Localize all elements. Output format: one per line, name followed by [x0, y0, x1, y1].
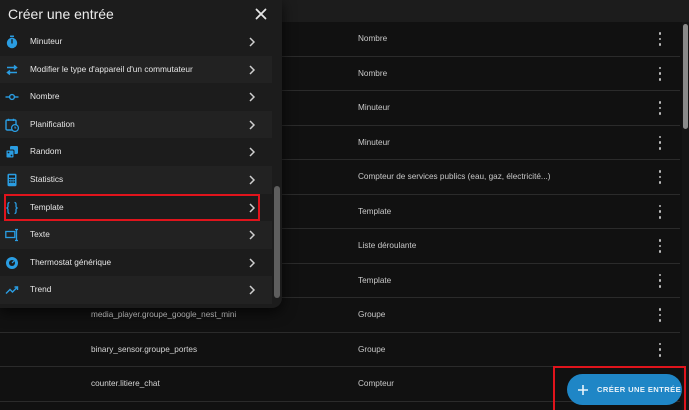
overflow-menu-icon[interactable]	[654, 342, 666, 357]
menu-item-label: Planification	[30, 118, 75, 129]
dice-icon	[5, 146, 18, 159]
type-cell: Minuteur	[358, 137, 390, 147]
table-row[interactable]: binary_sensor.groupe_portes Groupe	[0, 333, 680, 367]
type-cell: Template	[358, 206, 392, 216]
create-entry-highlight-box	[553, 366, 686, 410]
type-cell: Nombre	[358, 34, 388, 43]
menu-item-label: Minuteur	[30, 36, 63, 46]
menu-item-label: Texte	[30, 229, 50, 240]
overflow-menu-icon[interactable]	[654, 170, 666, 184]
type-cell: Groupe	[358, 344, 386, 354]
menu-item-planification[interactable]: Planification	[0, 110, 272, 139]
entity-id-cell: counter.litiere_chat	[91, 379, 160, 388]
type-cell: Compteur de services publics (eau, gaz, …	[358, 172, 551, 181]
chevron-right-icon	[249, 258, 256, 268]
chevron-right-icon	[249, 175, 256, 185]
chevron-right-icon	[249, 120, 256, 130]
create-entry-dialog: Créer une entrée Minuteur Modifier le ty…	[0, 0, 282, 308]
menu-item-label: Random	[30, 146, 62, 157]
menu-item-statistics[interactable]: Statistics	[0, 165, 272, 194]
type-cell: Template	[358, 275, 392, 285]
menu-item-modifier-type-commutateur[interactable]: Modifier le type d'appareil d'un commuta…	[0, 55, 272, 84]
menu-item-texte[interactable]: Texte	[0, 221, 272, 249]
menu-item-label: Thermostat générique	[30, 256, 112, 267]
overflow-menu-icon[interactable]	[654, 239, 666, 253]
chevron-right-icon	[249, 285, 256, 295]
overflow-menu-icon[interactable]	[654, 32, 666, 46]
menu-item-label: Statistics	[30, 173, 64, 184]
page-scrollbar[interactable]	[682, 22, 689, 410]
entry-type-list: Minuteur Modifier le type d'appareil d'u…	[0, 28, 272, 304]
overflow-menu-icon[interactable]	[654, 273, 666, 288]
chevron-right-icon	[249, 230, 256, 240]
type-cell: Nombre	[358, 68, 388, 78]
swap-arrows-icon	[6, 64, 18, 75]
menu-item-label: Trend	[30, 284, 52, 295]
type-cell: Groupe	[358, 310, 386, 319]
menu-item-nombre[interactable]: Nombre	[0, 83, 272, 111]
chevron-right-icon	[249, 37, 256, 47]
template-highlight-box	[4, 194, 260, 221]
overflow-menu-icon[interactable]	[654, 66, 666, 81]
menu-item-random[interactable]: Random	[0, 138, 272, 166]
type-cell: Liste déroulante	[358, 241, 417, 250]
type-cell: Minuteur	[358, 103, 390, 112]
chevron-right-icon	[249, 65, 256, 75]
dialog-title: Créer une entrée	[8, 6, 114, 22]
calculator-icon	[7, 173, 17, 187]
page-scrollbar-thumb[interactable]	[683, 24, 688, 129]
form-textbox-icon	[5, 229, 18, 242]
calendar-clock-icon	[5, 118, 19, 132]
menu-item-minuteur[interactable]: Minuteur	[0, 28, 272, 56]
thermostat-icon	[6, 256, 18, 269]
overflow-menu-icon[interactable]	[654, 135, 666, 150]
overflow-menu-icon[interactable]	[654, 204, 666, 219]
menu-item-label: Nombre	[30, 91, 60, 102]
menu-item-trend[interactable]: Trend	[0, 276, 272, 304]
ray-vertex-icon	[5, 94, 19, 101]
timer-icon	[6, 35, 18, 49]
menu-item-label: Modifier le type d'appareil d'un commuta…	[30, 63, 193, 74]
dialog-scrollbar-thumb[interactable]	[274, 186, 280, 298]
menu-item-thermostat-generique[interactable]: Thermostat générique	[0, 249, 272, 277]
entity-id-cell: binary_sensor.groupe_portes	[91, 344, 198, 354]
overflow-menu-icon[interactable]	[654, 308, 666, 322]
chevron-right-icon	[249, 92, 256, 102]
type-cell: Compteur	[358, 379, 394, 388]
chevron-right-icon	[249, 147, 256, 157]
overflow-menu-icon[interactable]	[654, 101, 666, 115]
trending-up-icon	[5, 286, 19, 295]
close-icon[interactable]	[253, 6, 269, 22]
